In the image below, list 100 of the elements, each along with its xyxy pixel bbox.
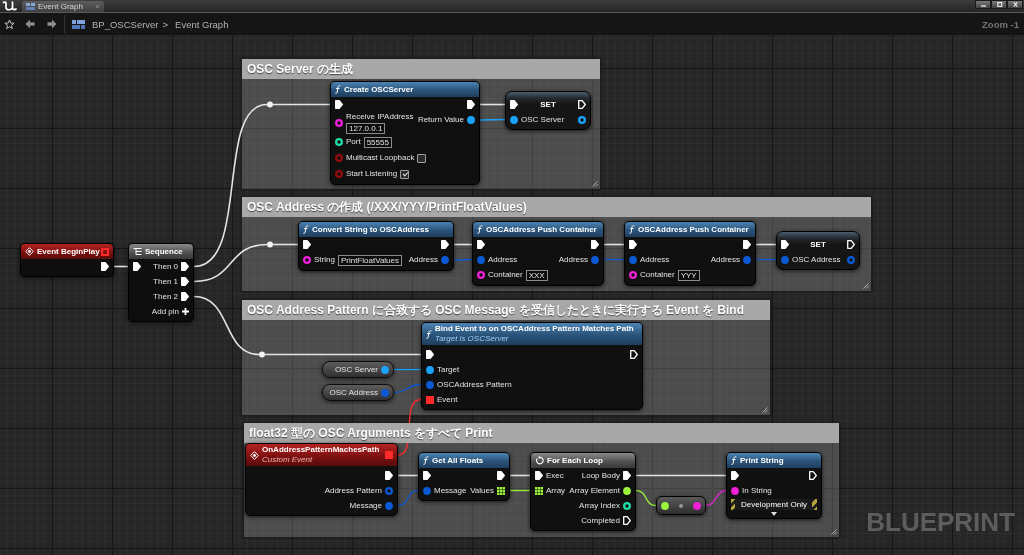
exec-pin-icon[interactable] bbox=[591, 240, 599, 249]
pin-label: Port bbox=[346, 137, 361, 147]
function-icon bbox=[731, 456, 737, 465]
forward-arrow-icon[interactable] bbox=[47, 19, 57, 29]
function-node[interactable]: Bind Event to on OSCAddress Pattern Matches Path Target is OSCServer Target OSCAddress Pattern Event bbox=[421, 322, 643, 410]
macro-node[interactable]: For Each Loop Exec Loop Body Array Array Element Array Index Completed bbox=[530, 452, 636, 531]
add-pin-icon[interactable] bbox=[182, 308, 189, 315]
pin-label: Return Value bbox=[417, 115, 464, 125]
sequence-node[interactable]: Sequence Then 0 Then 1 Then 2 Add pin bbox=[128, 243, 194, 322]
exec-pin-icon[interactable] bbox=[467, 100, 475, 109]
breadcrumb-link[interactable]: BP_OSCServer bbox=[92, 18, 159, 30]
node-title: OSCAddress Push Container bbox=[486, 224, 597, 235]
restore-button[interactable] bbox=[991, 0, 1007, 9]
pin-label: OSC Address bbox=[329, 387, 378, 398]
setter-node[interactable]: SET OSC Server bbox=[505, 91, 591, 130]
data-pin-icon[interactable] bbox=[510, 115, 518, 124]
data-pin-icon[interactable] bbox=[467, 116, 475, 124]
setter-node[interactable]: SET OSC Address bbox=[776, 231, 860, 270]
exec-pin-icon[interactable] bbox=[781, 240, 789, 249]
checkbox[interactable] bbox=[417, 153, 427, 163]
editor-tab[interactable]: Event Graph bbox=[22, 1, 104, 12]
delegate-pin-icon[interactable] bbox=[101, 247, 109, 256]
reroute-knot-icon[interactable] bbox=[267, 101, 273, 108]
exec-pin-icon[interactable] bbox=[743, 240, 751, 249]
pin-label: OSC Address bbox=[792, 254, 841, 265]
data-pin-icon[interactable] bbox=[661, 501, 669, 510]
data-wire bbox=[509, 489, 531, 492]
back-arrow-icon[interactable] bbox=[25, 19, 35, 29]
exec-pin-icon[interactable] bbox=[101, 262, 109, 271]
exec-pin-icon[interactable] bbox=[535, 471, 543, 480]
resize-grip-icon[interactable] bbox=[863, 283, 869, 289]
conversion-node[interactable] bbox=[656, 496, 706, 515]
pin-label: Exec bbox=[546, 470, 564, 481]
array-pin-icon[interactable] bbox=[535, 486, 543, 495]
exec-pin-icon[interactable] bbox=[423, 471, 431, 480]
exec-pin-icon[interactable] bbox=[303, 240, 311, 249]
resize-grip-icon[interactable] bbox=[762, 407, 768, 413]
delegate-pin-icon[interactable] bbox=[426, 395, 434, 404]
exec-pin-icon[interactable] bbox=[477, 240, 485, 249]
pin-label: Values bbox=[470, 485, 494, 496]
data-pin-icon[interactable] bbox=[623, 501, 631, 510]
resize-grip-icon[interactable] bbox=[592, 181, 598, 187]
exec-pin-icon[interactable] bbox=[731, 471, 739, 480]
getter-node[interactable]: OSC Server bbox=[322, 361, 394, 378]
text-field[interactable]: 127.0.0.1 bbox=[346, 123, 386, 134]
favorite-star-icon[interactable] bbox=[4, 18, 15, 30]
text-field[interactable]: 55555 bbox=[363, 136, 392, 148]
array-pin-icon[interactable] bbox=[497, 486, 505, 495]
pin-label: Array Element bbox=[569, 485, 620, 496]
engine-logo-icon[interactable] bbox=[1, 0, 19, 12]
expand-arrow-icon[interactable] bbox=[771, 512, 777, 516]
exec-pin-icon[interactable] bbox=[426, 350, 434, 359]
exec-pin-icon[interactable] bbox=[809, 471, 817, 480]
event-node[interactable]: OnAddressPatternMachesPath Custom Event Address Pattern Message bbox=[245, 443, 398, 516]
data-pin-icon[interactable] bbox=[578, 115, 586, 124]
function-node[interactable]: Get All Floats Message Values bbox=[418, 452, 510, 501]
exec-pin-icon[interactable] bbox=[629, 240, 637, 249]
text-field[interactable]: PrintFloatValues bbox=[337, 254, 402, 266]
data-wire bbox=[755, 258, 777, 261]
exec-pin-icon[interactable] bbox=[335, 100, 343, 109]
exec-pin-icon[interactable] bbox=[578, 100, 586, 109]
function-node[interactable]: Convert String to OSCAddress String PrintFloatValues Address bbox=[298, 221, 454, 271]
function-node[interactable]: OSCAddress Push Container Address Address Container XXX bbox=[472, 221, 604, 286]
data-pin-icon[interactable] bbox=[426, 365, 434, 374]
data-pin-icon[interactable] bbox=[623, 486, 631, 495]
function-icon bbox=[423, 456, 429, 465]
exec-pin-icon[interactable] bbox=[441, 240, 449, 249]
pin-label: Message bbox=[434, 485, 467, 496]
resize-grip-icon[interactable] bbox=[831, 529, 837, 535]
checkbox[interactable] bbox=[400, 169, 410, 179]
text-field[interactable]: XXX bbox=[525, 269, 548, 281]
exec-pin-icon[interactable] bbox=[181, 277, 189, 286]
exec-pin-icon[interactable] bbox=[630, 350, 638, 359]
event-node[interactable]: Event BeginPlay bbox=[20, 243, 114, 277]
node-subtitle: Custom Event bbox=[262, 455, 314, 465]
exec-pin-icon[interactable] bbox=[847, 240, 855, 249]
node-title: SET bbox=[810, 239, 826, 250]
exec-pin-icon[interactable] bbox=[623, 471, 631, 480]
exec-pin-icon[interactable] bbox=[181, 292, 189, 301]
exec-pin-icon[interactable] bbox=[510, 100, 518, 109]
graph-canvas[interactable] bbox=[0, 35, 1024, 555]
exec-pin-icon[interactable] bbox=[385, 471, 393, 480]
exec-pin-icon[interactable] bbox=[181, 262, 189, 271]
breadcrumb-current[interactable]: Event Graph bbox=[175, 18, 229, 30]
data-pin-icon[interactable] bbox=[335, 138, 343, 146]
minimize-button[interactable] bbox=[975, 0, 991, 9]
text-field[interactable]: YYY bbox=[677, 269, 700, 281]
close-button[interactable] bbox=[1007, 0, 1023, 9]
function-node[interactable]: Create OSCServer Receive IPAddress 127.0.0.1 Return Value Port 55555 Multicast Loopback Start Listening bbox=[330, 81, 480, 185]
reroute-knot-icon[interactable] bbox=[267, 241, 273, 248]
exec-pin-icon[interactable] bbox=[623, 516, 631, 525]
exec-pin-icon[interactable] bbox=[497, 471, 505, 480]
close-icon[interactable] bbox=[95, 4, 100, 9]
reroute-knot-icon[interactable] bbox=[259, 351, 265, 358]
getter-node[interactable]: OSC Address bbox=[322, 384, 394, 401]
development-only-banner: Development Only bbox=[731, 499, 817, 510]
function-node[interactable]: Print String In String Development Only bbox=[726, 452, 822, 519]
function-node[interactable]: OSCAddress Push Container Address Address Container YYY bbox=[624, 221, 756, 286]
graph-icon bbox=[26, 3, 35, 10]
exec-pin-icon[interactable] bbox=[133, 262, 141, 271]
